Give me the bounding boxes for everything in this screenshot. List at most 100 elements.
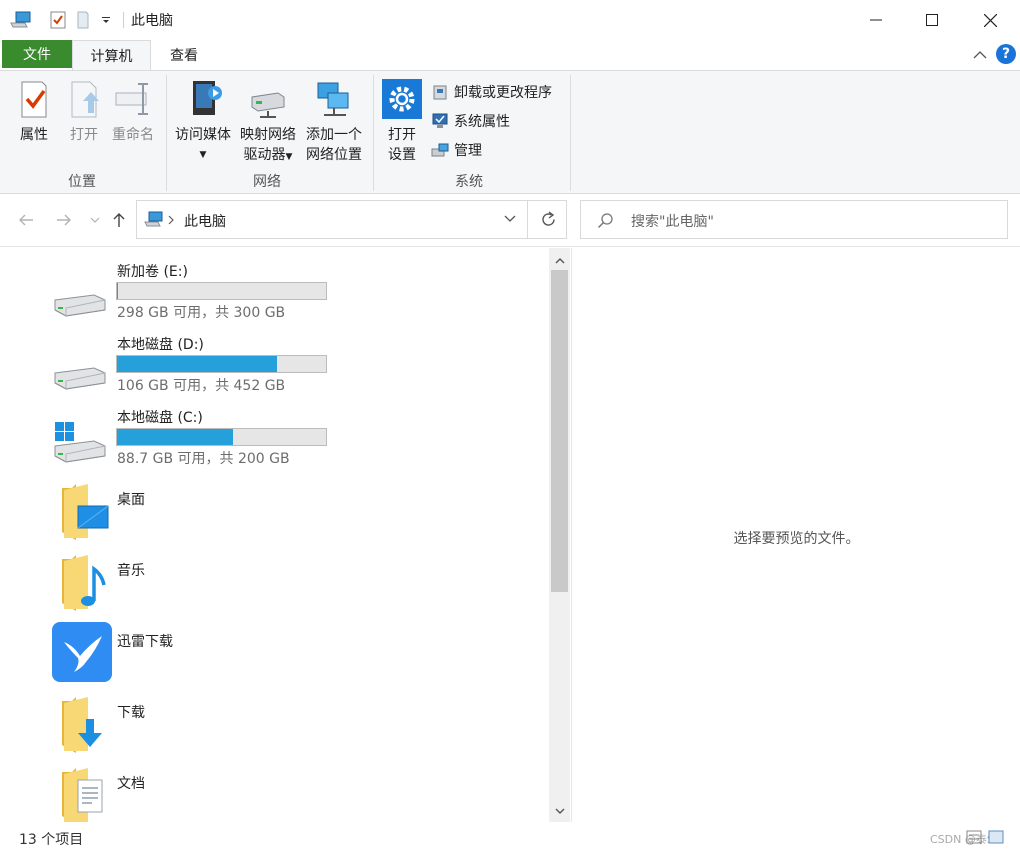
- group-separator: [570, 75, 571, 191]
- chevron-right-icon: [168, 215, 174, 225]
- system-properties-icon: [432, 113, 448, 128]
- open-label: 打开: [70, 127, 98, 143]
- scroll-down-arrow-icon[interactable]: [549, 801, 570, 821]
- minimize-button[interactable]: [847, 0, 905, 40]
- maximize-button[interactable]: [903, 0, 961, 40]
- access-media-icon: [193, 81, 222, 115]
- drive-usage-text: 88.7 GB 可用，共 200 GB: [117, 451, 290, 467]
- group-label-location: 位置: [68, 174, 96, 190]
- properties-label: 属性: [20, 127, 48, 143]
- xunlei-app-icon: [52, 622, 112, 682]
- view-toggle: [966, 830, 1004, 844]
- new-folder-icon[interactable]: [76, 10, 90, 30]
- properties-button[interactable]: 属性: [12, 79, 56, 145]
- drive-usage-bar: [116, 355, 327, 373]
- drive-usage-fill: [117, 283, 119, 299]
- back-arrow-icon[interactable]: [15, 209, 37, 231]
- system-properties-button[interactable]: 系统属性: [431, 110, 510, 132]
- folder-item-downloads[interactable]: 下载: [0, 693, 545, 761]
- properties-icon: [21, 81, 47, 118]
- preview-message: 选择要预览的文件。: [733, 531, 860, 547]
- folder-item-music[interactable]: 音乐: [0, 551, 545, 619]
- tab-computer[interactable]: 计算机: [72, 40, 151, 70]
- uninstall-label: 卸载或更改程序: [454, 85, 552, 101]
- uninstall-program-button[interactable]: 卸载或更改程序: [431, 81, 552, 103]
- manage-icon: [431, 143, 449, 157]
- tab-view[interactable]: 查看: [152, 40, 216, 70]
- drive-usage-bar: [116, 428, 327, 446]
- navigation-bar: 此电脑 搜索"此电脑": [0, 195, 1020, 247]
- search-placeholder: 搜索"此电脑": [631, 214, 714, 230]
- vertical-scrollbar[interactable]: [549, 248, 570, 822]
- drive-usage-text: 106 GB 可用，共 452 GB: [117, 378, 286, 394]
- chevron-down-icon: ▼: [199, 150, 207, 160]
- drive-usage-fill: [117, 429, 234, 445]
- details-view-icon[interactable]: [966, 830, 982, 844]
- map-drive-label-2: 驱动器▼: [243, 147, 293, 163]
- open-settings-button[interactable]: 打开 设置: [380, 79, 424, 165]
- downloads-folder-icon: [62, 697, 102, 753]
- manage-label: 管理: [454, 143, 482, 159]
- rename-button[interactable]: 重命名: [108, 79, 158, 145]
- drive-name: 本地磁盘 (C:): [117, 410, 203, 426]
- item-count: 13 个项目: [19, 832, 84, 848]
- scroll-up-arrow-icon[interactable]: [549, 250, 570, 270]
- drive-usage-bar: [116, 282, 327, 300]
- manage-button[interactable]: 管理: [431, 139, 482, 161]
- system-properties-label: 系统属性: [454, 114, 510, 130]
- network-drive-icon: [251, 92, 285, 118]
- documents-folder-icon: [62, 768, 103, 822]
- chevron-up-icon[interactable]: [972, 48, 988, 62]
- add-location-label-2: 网络位置: [306, 147, 362, 163]
- open-button[interactable]: 打开: [62, 79, 106, 145]
- help-icon[interactable]: ?: [996, 44, 1016, 64]
- drive-item-e[interactable]: 新加卷 (E:) 298 GB 可用，共 300 GB: [0, 258, 545, 328]
- hard-drive-icon: [54, 294, 106, 317]
- customize-quick-access-icon[interactable]: [100, 10, 112, 30]
- group-label-system: 系统: [455, 174, 483, 190]
- access-media-button[interactable]: 访问媒体 ▼: [172, 79, 234, 165]
- folder-name: 下载: [117, 705, 145, 721]
- drive-item-d[interactable]: 本地磁盘 (D:) 106 GB 可用，共 452 GB: [0, 331, 545, 401]
- add-location-label-1: 添加一个: [306, 127, 362, 143]
- rename-label: 重命名: [112, 127, 154, 143]
- computer-icon[interactable]: [10, 10, 32, 30]
- group-separator: [373, 75, 374, 191]
- uninstall-icon: [433, 85, 447, 100]
- up-arrow-icon[interactable]: [108, 209, 130, 231]
- drive-item-c[interactable]: 本地磁盘 (C:) 88.7 GB 可用，共 200 GB: [0, 404, 545, 474]
- properties-icon[interactable]: [50, 10, 66, 30]
- status-bar: 13 个项目 CSDN @泰S...: [0, 822, 1020, 853]
- open-settings-label-1: 打开: [388, 127, 416, 143]
- address-divider: [527, 201, 528, 238]
- address-history-chevron-icon[interactable]: [504, 215, 516, 223]
- add-network-location-button[interactable]: 添加一个 网络位置: [302, 79, 366, 165]
- folder-name: 音乐: [117, 563, 145, 579]
- search-icon: [597, 213, 613, 229]
- folder-item-xunlei[interactable]: 迅雷下载: [0, 622, 545, 690]
- hard-drive-icon: [54, 367, 106, 390]
- address-path: 此电脑: [184, 214, 226, 230]
- rename-icon: [115, 83, 148, 115]
- recent-locations-chevron-icon[interactable]: [84, 209, 106, 231]
- forward-arrow-icon[interactable]: [53, 209, 75, 231]
- scroll-thumb[interactable]: [551, 270, 568, 592]
- title-separator: [123, 12, 124, 28]
- search-box[interactable]: 搜索"此电脑": [580, 200, 1008, 239]
- tiles-view-icon[interactable]: [988, 830, 1004, 844]
- folder-name: 桌面: [117, 492, 145, 508]
- address-bar[interactable]: 此电脑: [136, 200, 567, 239]
- open-settings-label-2: 设置: [388, 147, 416, 163]
- folder-item-desktop[interactable]: 桌面: [0, 480, 545, 548]
- tab-file[interactable]: 文件: [2, 40, 72, 68]
- group-separator: [166, 75, 167, 191]
- windows-drive-icon: [54, 422, 106, 463]
- close-button[interactable]: [961, 0, 1019, 40]
- computer-icon: [144, 211, 163, 227]
- map-network-drive-button[interactable]: 映射网络 驱动器▼: [236, 79, 300, 167]
- folder-item-documents[interactable]: 文档: [0, 764, 545, 822]
- refresh-icon[interactable]: [540, 211, 557, 228]
- group-label-network: 网络: [253, 174, 281, 190]
- ribbon: 属性 打开 重命名 位置 访问媒体 ▼ 映射网络 驱动器▼ 添加一个 网络位置 …: [0, 70, 1020, 194]
- music-folder-icon: [62, 555, 106, 611]
